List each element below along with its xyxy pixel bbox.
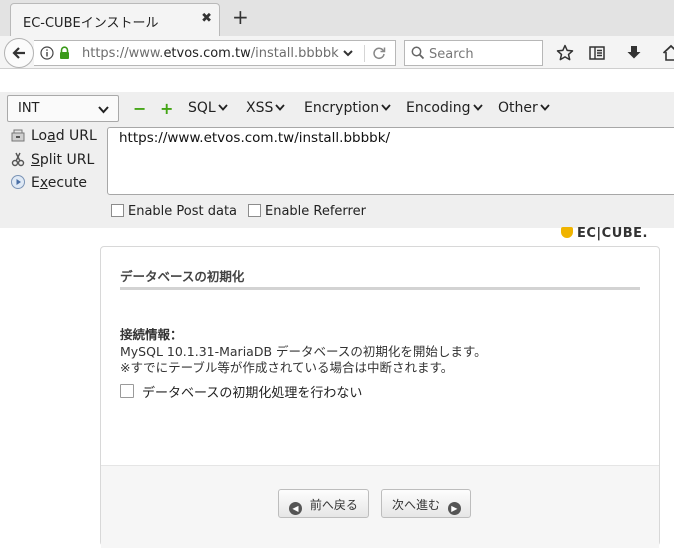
next-page-button[interactable]: 次へ進む ▶ bbox=[381, 489, 471, 518]
lock-icon[interactable] bbox=[59, 46, 70, 60]
ec-cube-logo: EC|CUBE. bbox=[561, 226, 648, 241]
split-url-button[interactable]: Split URL bbox=[10, 151, 94, 168]
chevron-down-icon bbox=[540, 104, 550, 111]
type-select[interactable]: INT bbox=[7, 95, 119, 122]
reading-list-icon[interactable] bbox=[588, 44, 606, 62]
logo-mark-icon bbox=[561, 227, 573, 238]
load-url-pre: Lo bbox=[31, 128, 48, 144]
menu-encoding-label: Encoding bbox=[406, 100, 471, 116]
load-url-post: d URL bbox=[55, 128, 97, 144]
url-divider bbox=[364, 45, 365, 62]
scissors-icon bbox=[11, 152, 25, 167]
tab-bar: EC-CUBEインストール ✖ + bbox=[0, 0, 674, 36]
chevron-down-icon bbox=[381, 104, 391, 111]
checkbox-box bbox=[111, 204, 124, 217]
back-arrow-icon bbox=[12, 47, 25, 59]
decrease-button[interactable]: − bbox=[133, 99, 146, 118]
menu-xss-label: XSS bbox=[246, 100, 274, 116]
skip-init-label: データベースの初期化処理を行わない bbox=[142, 386, 363, 401]
enable-referrer-label: Enable Referrer bbox=[265, 204, 366, 219]
split-url-accel: S bbox=[31, 152, 40, 168]
execute-button[interactable]: Execute bbox=[10, 174, 87, 191]
load-url-accel: a bbox=[47, 128, 56, 144]
type-select-value: INT bbox=[18, 101, 40, 116]
panel-footer: ◀ 前へ戻る 次へ進む ▶ bbox=[101, 465, 659, 548]
chevron-down-icon bbox=[218, 104, 228, 111]
bookmark-star-icon[interactable] bbox=[556, 44, 574, 62]
logo-text: EC|CUBE. bbox=[577, 226, 648, 241]
download-icon[interactable] bbox=[625, 44, 643, 62]
reload-icon[interactable] bbox=[372, 46, 386, 60]
chevron-left-icon: ◀ bbox=[289, 502, 302, 515]
url-domain: etvos.com.tw bbox=[163, 46, 251, 61]
menu-xss[interactable]: XSS bbox=[246, 100, 286, 116]
chevron-down-icon bbox=[98, 106, 109, 114]
url-prefix: https://www. bbox=[82, 46, 164, 61]
next-page-label: 次へ進む bbox=[392, 498, 441, 512]
execute-post: ecute bbox=[47, 175, 88, 191]
new-tab-button[interactable]: + bbox=[232, 5, 249, 29]
search-icon bbox=[411, 46, 425, 60]
url-textarea[interactable]: https://www.etvos.com.tw/install.bbbbk/ bbox=[107, 127, 674, 195]
menu-other[interactable]: Other bbox=[498, 100, 550, 116]
enable-post-checkbox[interactable]: Enable Post data bbox=[111, 204, 237, 219]
checkbox-box bbox=[248, 204, 261, 217]
url-suffix: /install.bbbbk bbox=[250, 46, 339, 61]
chevron-right-icon: ▶ bbox=[447, 502, 461, 515]
tab-title: EC-CUBEインストール bbox=[23, 16, 159, 31]
menu-other-label: Other bbox=[498, 100, 538, 116]
chevron-down-icon bbox=[472, 104, 483, 111]
search-input[interactable] bbox=[427, 44, 541, 64]
execute-accel: x bbox=[39, 175, 48, 191]
chevron-down-icon bbox=[275, 104, 286, 111]
url-bar[interactable]: https://www.etvos.com.tw/install.bbbbk bbox=[34, 40, 396, 66]
menu-encoding[interactable]: Encoding bbox=[406, 100, 483, 116]
install-panel: データベースの初期化 接続情報： MySQL 10.1.31-MariaDB デ… bbox=[100, 246, 660, 548]
back-button[interactable] bbox=[4, 38, 34, 68]
menu-sql-label: SQL bbox=[188, 100, 216, 116]
page-title: データベースの初期化 bbox=[120, 269, 245, 284]
enable-referrer-checkbox[interactable]: Enable Referrer bbox=[248, 204, 366, 219]
split-url-post: plit URL bbox=[39, 152, 95, 168]
execute-pre: E bbox=[31, 175, 40, 191]
home-icon[interactable] bbox=[662, 44, 674, 62]
close-tab-icon[interactable]: ✖ bbox=[201, 11, 212, 26]
back-page-button[interactable]: ◀ 前へ戻る bbox=[278, 489, 369, 518]
back-page-label: 前へ戻る bbox=[309, 498, 358, 512]
url-text[interactable]: https://www.etvos.com.tw/install.bbbbk bbox=[82, 46, 344, 61]
connection-warning-line: ※すでにテーブル等が作成されている場合は中断されます。 bbox=[120, 360, 454, 375]
menu-sql[interactable]: SQL bbox=[188, 100, 228, 116]
skip-init-checkbox[interactable]: データベースの初期化処理を行わない bbox=[120, 382, 362, 401]
browser-tab[interactable]: EC-CUBEインストール ✖ bbox=[10, 3, 220, 36]
play-icon bbox=[11, 175, 25, 189]
title-divider bbox=[120, 287, 640, 290]
enable-post-label: Enable Post data bbox=[128, 204, 238, 219]
chevron-down-icon[interactable] bbox=[342, 46, 354, 60]
search-box[interactable] bbox=[404, 40, 543, 66]
nav-bar: https://www.etvos.com.tw/install.bbbbk bbox=[0, 36, 674, 69]
hackbar-panel: INT − + SQL XSS Encryption Encoding Othe… bbox=[0, 92, 674, 228]
load-url-button[interactable]: Load URL bbox=[10, 127, 97, 144]
info-icon[interactable] bbox=[40, 46, 54, 60]
load-url-icon bbox=[11, 129, 25, 142]
increase-button[interactable]: + bbox=[160, 99, 173, 118]
checkbox-box bbox=[120, 384, 134, 398]
menu-encryption[interactable]: Encryption bbox=[304, 100, 391, 116]
menu-encryption-label: Encryption bbox=[304, 100, 380, 116]
